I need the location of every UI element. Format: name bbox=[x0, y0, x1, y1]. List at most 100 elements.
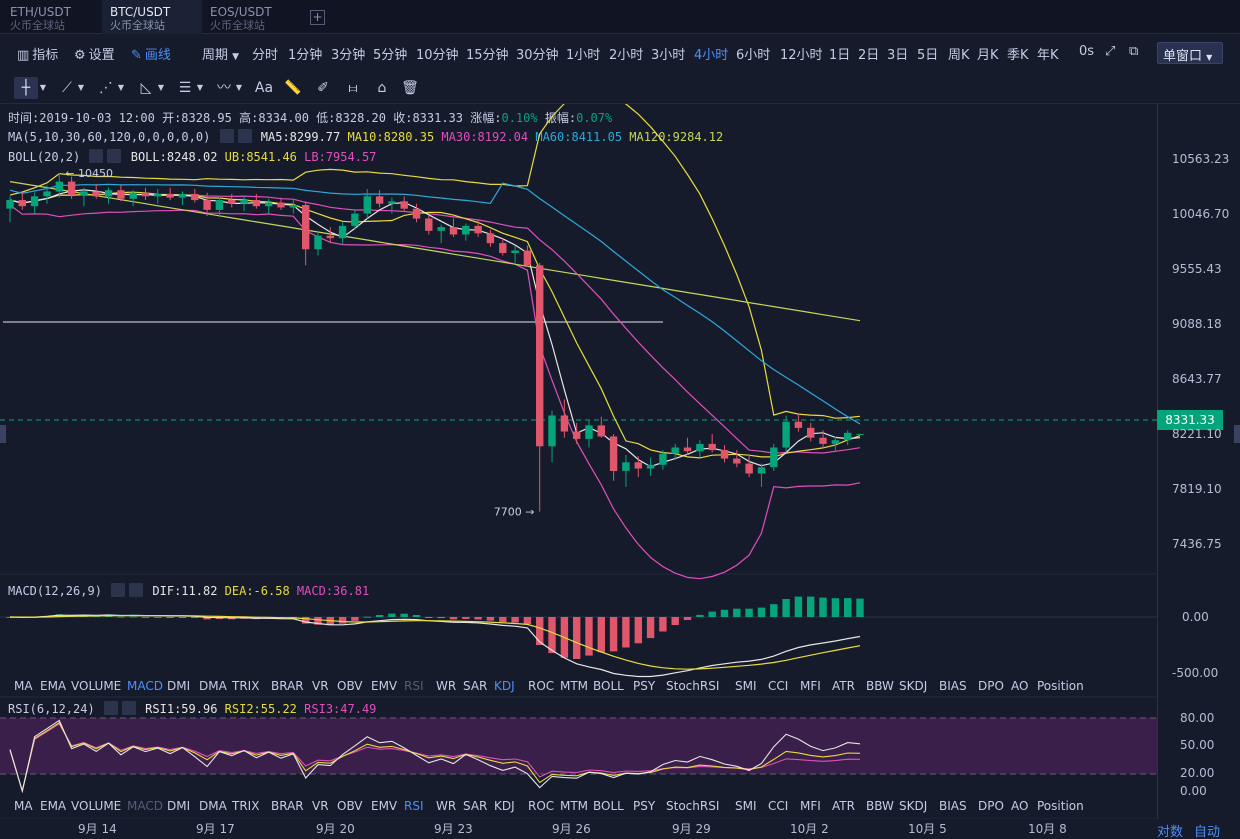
interval-4[interactable]: 10分钟 bbox=[416, 44, 459, 63]
interval-18[interactable]: 月K bbox=[977, 44, 999, 63]
interval-7[interactable]: 1小时 bbox=[566, 44, 600, 63]
indicator-psy-1[interactable]: PSY bbox=[633, 679, 655, 693]
tab-btc-usdt[interactable]: BTC/USDT 火币全球站 bbox=[102, 0, 202, 34]
indicator-boll-2[interactable]: BOLL bbox=[593, 799, 624, 813]
interval-14[interactable]: 2日 bbox=[858, 44, 879, 63]
interval-12[interactable]: 12小时 bbox=[780, 44, 823, 63]
indicator-dpo-2[interactable]: DPO bbox=[978, 799, 1004, 813]
angle-tool-icon[interactable]: ◺ bbox=[134, 77, 158, 99]
indicator-smi-1[interactable]: SMI bbox=[735, 679, 757, 693]
indicator-bbw-2[interactable]: BBW bbox=[866, 799, 894, 813]
log-scale-toggle[interactable]: 对数 bbox=[1157, 821, 1183, 839]
caret-down-icon[interactable]: ▼ bbox=[38, 77, 48, 99]
indicator-ao-1[interactable]: AO bbox=[1011, 679, 1028, 693]
indicator-bias-2[interactable]: BIAS bbox=[939, 799, 967, 813]
indicator-dma-2[interactable]: DMA bbox=[199, 799, 227, 813]
indicator-vr-2[interactable]: VR bbox=[312, 799, 329, 813]
gear-icon[interactable] bbox=[111, 583, 126, 597]
indicator-smi-2[interactable]: SMI bbox=[735, 799, 757, 813]
indicator-obv-1[interactable]: OBV bbox=[337, 679, 363, 693]
interval-2[interactable]: 3分钟 bbox=[331, 44, 365, 63]
fullscreen-icon[interactable]: ⤢ bbox=[1105, 44, 1115, 59]
add-tab-button[interactable]: + bbox=[310, 10, 325, 25]
indicator-ma-2[interactable]: MA bbox=[14, 799, 33, 813]
indicator-macd-1[interactable]: MACD bbox=[127, 679, 163, 693]
caret-down-icon[interactable]: ▼ bbox=[234, 77, 244, 99]
text-tool-icon[interactable]: Aa bbox=[252, 77, 276, 99]
indicator-kdj-2[interactable]: KDJ bbox=[494, 799, 515, 813]
indicator-cci-1[interactable]: CCI bbox=[768, 679, 788, 693]
interval-8[interactable]: 2小时 bbox=[609, 44, 643, 63]
indicator-cci-2[interactable]: CCI bbox=[768, 799, 788, 813]
indicator-mfi-1[interactable]: MFI bbox=[800, 679, 821, 693]
indicator-ma-1[interactable]: MA bbox=[14, 679, 33, 693]
draw-button[interactable]: ✎ 画线 bbox=[131, 44, 171, 63]
indicator-bias-1[interactable]: BIAS bbox=[939, 679, 967, 693]
interval-17[interactable]: 周K bbox=[948, 44, 970, 63]
caret-down-icon[interactable]: ▼ bbox=[156, 77, 166, 99]
indicator-roc-1[interactable]: ROC bbox=[528, 679, 554, 693]
indicator-skdj-1[interactable]: SKDJ bbox=[899, 679, 927, 693]
indicator-roc-2[interactable]: ROC bbox=[528, 799, 554, 813]
multi-line-tool-icon[interactable]: ⋰ bbox=[94, 77, 118, 99]
window-mode-select[interactable]: 单窗口 ▼ bbox=[1157, 42, 1223, 64]
hide-tool-icon[interactable]: ⌂ bbox=[370, 77, 394, 99]
indicator-position-1[interactable]: Position bbox=[1037, 679, 1084, 693]
indicator-bbw-1[interactable]: BBW bbox=[866, 679, 894, 693]
indicator-dpo-1[interactable]: DPO bbox=[978, 679, 1004, 693]
indicator-dmi-2[interactable]: DMI bbox=[167, 799, 190, 813]
indicator-skdj-2[interactable]: SKDJ bbox=[899, 799, 927, 813]
right-scroll-handle[interactable] bbox=[1234, 425, 1240, 443]
interval-11[interactable]: 6小时 bbox=[736, 44, 770, 63]
left-scroll-handle[interactable] bbox=[0, 425, 6, 443]
indicator-stochrsi-2[interactable]: StochRSI bbox=[666, 799, 719, 813]
indicator-boll-1[interactable]: BOLL bbox=[593, 679, 624, 693]
caret-down-icon[interactable]: ▼ bbox=[195, 77, 205, 99]
wave-tool-icon[interactable]: 〰 bbox=[212, 77, 236, 99]
indicator-ema-1[interactable]: EMA bbox=[40, 679, 66, 693]
tab-eos-usdt[interactable]: EOS/USDT 火币全球站 bbox=[202, 0, 302, 34]
indicator-atr-2[interactable]: ATR bbox=[832, 799, 855, 813]
indicator-macd-2[interactable]: MACD bbox=[127, 799, 163, 813]
indicator-stochrsi-1[interactable]: StochRSI bbox=[666, 679, 719, 693]
interval-16[interactable]: 5日 bbox=[917, 44, 938, 63]
interval-3[interactable]: 5分钟 bbox=[373, 44, 407, 63]
indicator-obv-2[interactable]: OBV bbox=[337, 799, 363, 813]
indicator-dma-1[interactable]: DMA bbox=[199, 679, 227, 693]
indicator-rsi-2[interactable]: RSI bbox=[404, 799, 424, 813]
interval-19[interactable]: 季K bbox=[1007, 44, 1029, 63]
indicator-emv-1[interactable]: EMV bbox=[371, 679, 397, 693]
caret-down-icon[interactable]: ▼ bbox=[76, 77, 86, 99]
indicator-atr-1[interactable]: ATR bbox=[832, 679, 855, 693]
indicator-rsi-1[interactable]: RSI bbox=[404, 679, 424, 693]
close-icon[interactable] bbox=[129, 583, 144, 597]
caret-down-icon[interactable]: ▼ bbox=[116, 77, 126, 99]
magnet-tool-icon[interactable]: ✐ bbox=[311, 77, 335, 99]
interval-0[interactable]: 分时 bbox=[252, 44, 278, 63]
interval-15[interactable]: 3日 bbox=[887, 44, 908, 63]
indicator-trix-2[interactable]: TRIX bbox=[232, 799, 259, 813]
indicator-mtm-2[interactable]: MTM bbox=[560, 799, 588, 813]
indicator-brar-1[interactable]: BRAR bbox=[271, 679, 304, 693]
ruler-tool-icon[interactable]: 📏 bbox=[281, 77, 305, 99]
indicator-volume-1[interactable]: VOLUME bbox=[71, 679, 121, 693]
indicator-wr-2[interactable]: WR bbox=[436, 799, 456, 813]
settings-button[interactable]: ⚙ 设置 bbox=[74, 44, 115, 63]
interval-6[interactable]: 30分钟 bbox=[516, 44, 559, 63]
indicator-button[interactable]: ▥ 指标 bbox=[17, 44, 58, 63]
indicator-emv-2[interactable]: EMV bbox=[371, 799, 397, 813]
interval-10[interactable]: 4小时 bbox=[694, 44, 728, 63]
lock-tool-icon[interactable]: ⧦ bbox=[341, 77, 365, 99]
indicator-sar-2[interactable]: SAR bbox=[463, 799, 487, 813]
popout-icon[interactable]: ⧉ bbox=[1129, 44, 1138, 59]
close-icon[interactable] bbox=[121, 701, 136, 715]
period-dropdown[interactable]: 周期 ▼ bbox=[202, 44, 239, 63]
indicator-trix-1[interactable]: TRIX bbox=[232, 679, 259, 693]
parallel-lines-tool-icon[interactable]: ☰ bbox=[173, 77, 197, 99]
indicator-dmi-1[interactable]: DMI bbox=[167, 679, 190, 693]
interval-5[interactable]: 15分钟 bbox=[466, 44, 509, 63]
indicator-position-2[interactable]: Position bbox=[1037, 799, 1084, 813]
indicator-vr-1[interactable]: VR bbox=[312, 679, 329, 693]
interval-9[interactable]: 3小时 bbox=[651, 44, 685, 63]
indicator-mfi-2[interactable]: MFI bbox=[800, 799, 821, 813]
